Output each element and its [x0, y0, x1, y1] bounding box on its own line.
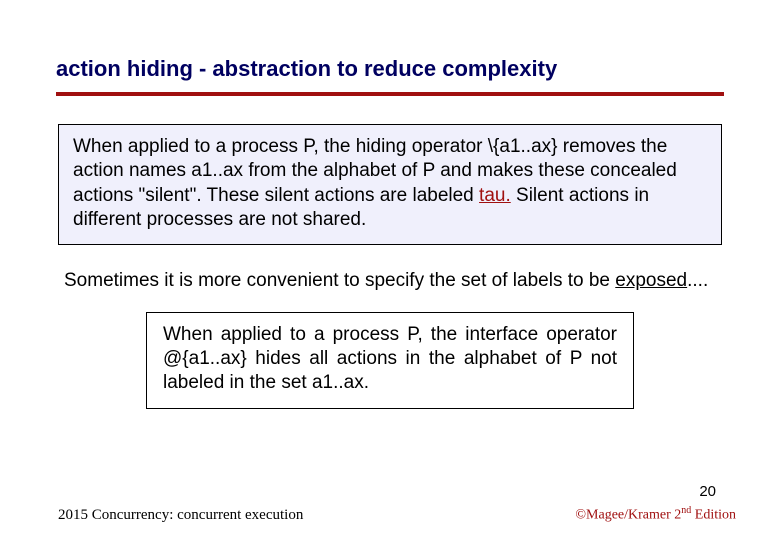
- mid-part1: Sometimes it is more convenient to speci…: [64, 270, 615, 291]
- footer-right-p1: ©Magee/Kramer: [575, 508, 674, 523]
- exposed-keyword: exposed: [615, 270, 687, 291]
- definition-box-interface: When applied to a process P, the interfa…: [146, 312, 634, 409]
- slide-title: action hiding - abstraction to reduce co…: [56, 56, 724, 82]
- footer-left: 2015 Concurrency: concurrent execution: [58, 507, 303, 524]
- footer-right-p3: Edition: [691, 508, 736, 523]
- footer-right-nd: nd: [681, 505, 691, 516]
- title-rule: [56, 92, 724, 96]
- page-number: 20: [699, 483, 716, 500]
- mid-paragraph: Sometimes it is more convenient to speci…: [64, 269, 718, 293]
- tau-keyword: tau.: [479, 185, 511, 206]
- footer-right: ©Magee/Kramer 2nd Edition: [575, 505, 736, 524]
- mid-part2: ....: [687, 270, 708, 291]
- slide: action hiding - abstraction to reduce co…: [0, 0, 780, 540]
- definition-box-hiding: When applied to a process P, the hiding …: [58, 124, 722, 245]
